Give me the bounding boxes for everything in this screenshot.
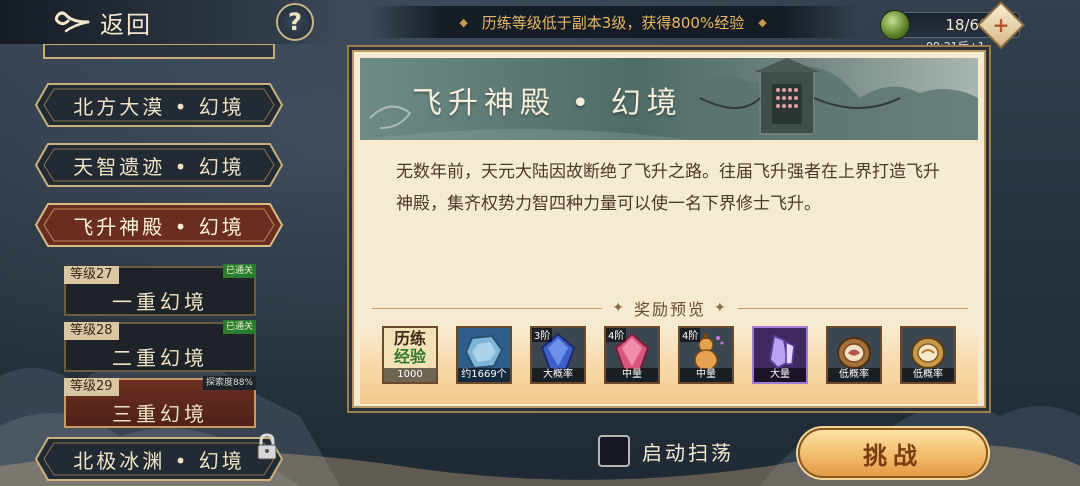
back-button[interactable]: 返回 xyxy=(52,4,152,40)
region-label: 北极冰渊 • 幻境 xyxy=(73,448,245,473)
stamina-widget: 18/60 + 09:21后+1 xyxy=(880,0,1070,53)
reward-qty: 1000 xyxy=(384,368,436,382)
sweep-label: 启动扫荡 xyxy=(642,440,734,465)
reward-qty: 低概率 xyxy=(828,368,880,382)
reward-qty: 中量 xyxy=(606,368,658,382)
diamond-ornament-icon: ◆ xyxy=(758,15,767,29)
reward-tier: 3阶 xyxy=(532,328,553,342)
region-label: 北方大漠 • 幻境 xyxy=(73,94,245,119)
floor-name: 三重幻境 xyxy=(112,402,208,426)
auto-sweep-toggle[interactable]: 启动扫荡 xyxy=(598,434,734,468)
reward-item[interactable]: 约1669个 xyxy=(456,326,512,384)
level-notice-banner: ◆ 历练等级低于副本3级，获得800%经验 ◆ xyxy=(368,6,858,38)
help-button[interactable]: ? xyxy=(276,3,314,41)
spirit-stone-icon xyxy=(464,334,504,370)
stamina-gem-icon xyxy=(880,10,910,40)
exp-scroll-icon: 历练 经验 xyxy=(393,329,426,366)
gold-medallion-icon xyxy=(911,337,945,369)
reward-items: 历练 经验 1000 约1669个 3阶 大概率 4阶 中量 4阶 中量 大量 … xyxy=(382,326,962,386)
reward-item[interactable]: 3阶 大概率 xyxy=(530,326,586,384)
panel-title: 飞升神殿 • 幻境 xyxy=(412,86,683,121)
floor-item-1[interactable]: 等级27 已通关 一重幻境 xyxy=(64,264,256,316)
floor-name: 一重幻境 xyxy=(112,290,208,314)
region-item-north-ice-abyss[interactable]: 北极冰渊 • 幻境 xyxy=(34,436,284,482)
floor-status-badge: 已通关 xyxy=(222,264,256,278)
floor-item-2[interactable]: 等级28 已通关 二重幻境 xyxy=(64,320,256,372)
sparkle-icon: ✦ xyxy=(714,300,728,316)
reward-tier: 4阶 xyxy=(606,328,627,342)
floor-status-badge: 探索度88% xyxy=(202,376,256,390)
floor-status-badge: 已通关 xyxy=(222,320,256,334)
reward-item[interactable]: 4阶 中量 xyxy=(678,326,734,384)
floor-name: 二重幻境 xyxy=(112,346,208,370)
reward-qty: 大概率 xyxy=(532,368,584,382)
back-label: 返回 xyxy=(100,10,152,39)
region-item-tianzhi-ruins[interactable]: 天智遗迹 • 幻境 xyxy=(34,142,284,188)
back-arrow-icon xyxy=(54,11,90,33)
reward-qty: 低概率 xyxy=(902,368,954,382)
floor-level: 等级28 xyxy=(64,322,119,340)
reward-title: 奖励预览 xyxy=(634,300,707,319)
reward-item[interactable]: 低概率 xyxy=(900,326,956,384)
reward-item[interactable]: 历练 经验 1000 xyxy=(382,326,438,384)
panel-banner: 飞升神殿 • 幻境 xyxy=(360,58,978,140)
reward-tier: 4阶 xyxy=(680,328,701,342)
reward-item[interactable]: 4阶 中量 xyxy=(604,326,660,384)
region-label: 飞升神殿 • 幻境 xyxy=(73,214,245,239)
reward-preview-header: ✦ 奖励预览 ✦ xyxy=(372,296,969,320)
floor-level: 等级27 xyxy=(64,266,119,284)
reward-qty: 大量 xyxy=(754,368,806,382)
panel-description: 无数年前，天元大陆因故断绝了飞升之路。往届飞升强者在上界打造飞升神殿，集齐权势力… xyxy=(396,162,940,214)
floor-item-3[interactable]: 等级29 探索度88% 三重幻境 xyxy=(64,376,256,428)
reward-qty: 约1669个 xyxy=(458,368,510,382)
notice-text: 历练等级低于副本3级，获得800%经验 xyxy=(481,13,745,32)
region-list-scroll-fragment xyxy=(43,44,275,59)
sweep-checkbox[interactable] xyxy=(598,435,630,467)
divider xyxy=(372,307,603,309)
challenge-button[interactable]: 挑战 xyxy=(798,428,988,478)
reward-item[interactable]: 大量 xyxy=(752,326,808,384)
reward-qty: 中量 xyxy=(680,368,732,382)
region-item-ascension-temple[interactable]: 飞升神殿 • 幻境 xyxy=(34,202,284,248)
region-label: 天智遗迹 • 幻境 xyxy=(73,154,245,179)
dungeon-detail-panel: 飞升神殿 • 幻境 无数年前，天元大陆因故断绝了飞升之路。往届飞升强者在上界打造… xyxy=(352,50,986,408)
region-item-north-desert[interactable]: 北方大漠 • 幻境 xyxy=(34,82,284,128)
diamond-ornament-icon: ◆ xyxy=(459,15,468,29)
lock-icon xyxy=(257,433,277,460)
reward-item[interactable]: 低概率 xyxy=(826,326,882,384)
divider xyxy=(737,307,969,309)
floor-level: 等级29 xyxy=(64,378,119,396)
purple-crystal-icon xyxy=(768,334,795,370)
bronze-medallion-icon xyxy=(837,337,871,369)
plus-icon: + xyxy=(992,13,1010,37)
sparkle-icon: ✦ xyxy=(612,300,626,316)
